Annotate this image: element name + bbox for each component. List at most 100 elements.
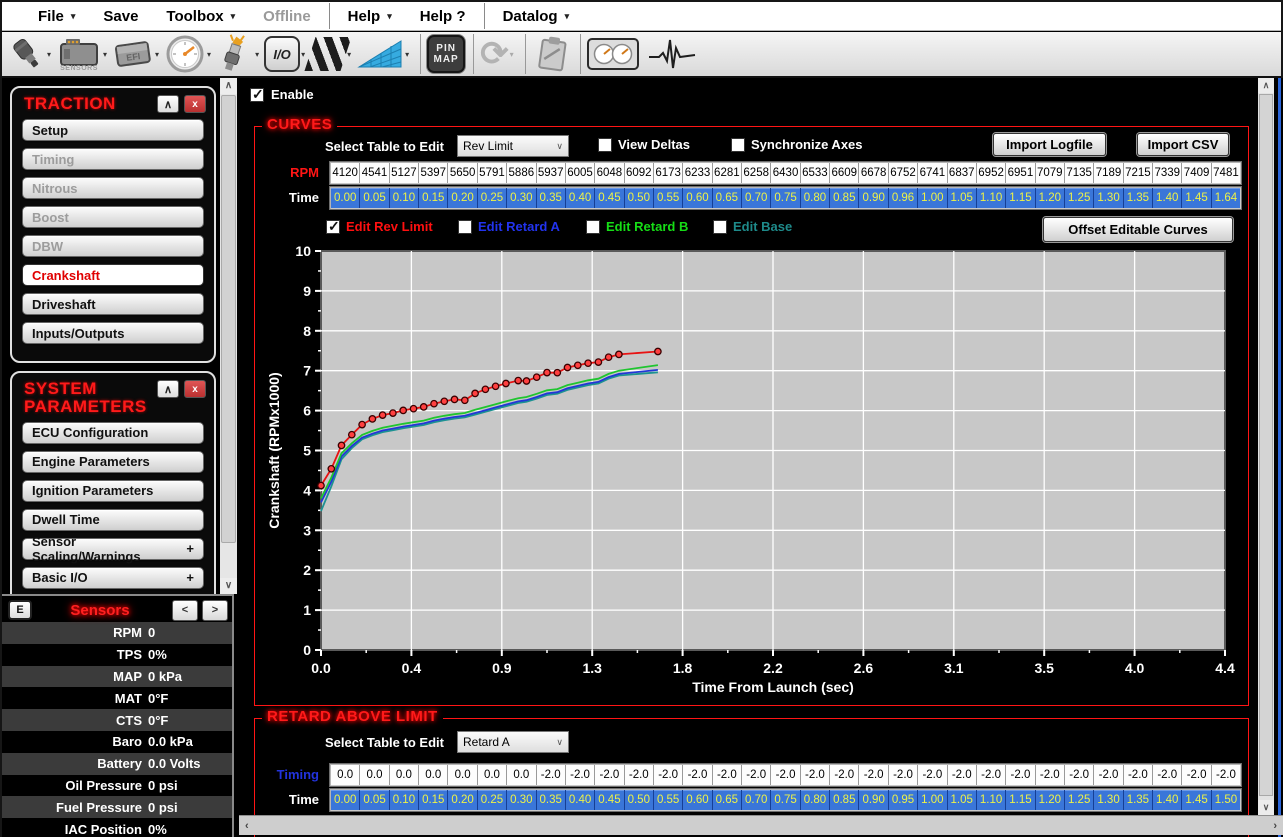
time-cell[interactable]: 0.45 xyxy=(595,790,624,810)
rpm-cell[interactable]: 6533 xyxy=(801,163,830,183)
time-cell[interactable]: 0.15 xyxy=(419,790,448,810)
rpm-cell[interactable]: 4541 xyxy=(360,163,389,183)
edit-retard-b-checkbox[interactable] xyxy=(586,220,600,234)
time-cell[interactable]: 1.05 xyxy=(948,790,977,810)
rev-limit-point[interactable] xyxy=(349,432,355,438)
timing-cell[interactable]: 0.0 xyxy=(448,765,477,785)
time-cell[interactable]: 1.15 xyxy=(1006,188,1035,208)
surface-map-icon[interactable] xyxy=(356,36,404,72)
timing-cell[interactable]: -2.0 xyxy=(1212,765,1240,785)
rpm-cell[interactable]: 7409 xyxy=(1182,163,1211,183)
rpm-cell[interactable]: 7189 xyxy=(1094,163,1123,183)
edit-retard-a-checkbox[interactable] xyxy=(458,220,472,234)
time-cell[interactable]: 0.25 xyxy=(478,188,507,208)
time-cell[interactable]: 0.70 xyxy=(742,188,771,208)
time-cell[interactable]: 0.10 xyxy=(390,188,419,208)
sidebar-item-sensor-scaling-warnings[interactable]: Sensor Scaling/Warnings+ xyxy=(22,538,204,560)
timing-cell[interactable]: 0.0 xyxy=(360,765,389,785)
rev-limit-point[interactable] xyxy=(410,406,416,412)
time-cell[interactable]: 0.15 xyxy=(419,188,448,208)
main-scroll-right-arrow[interactable]: › xyxy=(1267,820,1283,832)
rpm-cell[interactable]: 6092 xyxy=(625,163,654,183)
time-cell[interactable]: 0.80 xyxy=(801,188,830,208)
rpm-cell[interactable]: 5937 xyxy=(537,163,566,183)
sidebar-item-engine-parameters[interactable]: Engine Parameters xyxy=(22,451,204,473)
traction-close-button[interactable]: x xyxy=(184,95,206,113)
rpm-cell[interactable]: 6678 xyxy=(859,163,888,183)
sparkplug-icon[interactable] xyxy=(216,33,254,75)
rpm-cell[interactable]: 6752 xyxy=(889,163,918,183)
timing-cell[interactable]: -2.0 xyxy=(654,765,683,785)
enable-checkbox[interactable] xyxy=(250,88,264,102)
sparkplug-dropdown-arrow[interactable]: ▾ xyxy=(255,50,259,59)
time-cell[interactable]: 1.20 xyxy=(1036,790,1065,810)
rpm-cell[interactable]: 6173 xyxy=(654,163,683,183)
time-cell[interactable]: 1.25 xyxy=(1065,790,1094,810)
main-scroll-left-arrow[interactable]: ‹ xyxy=(239,820,255,832)
timing-cell[interactable]: 0.0 xyxy=(331,765,360,785)
time-cell[interactable]: 1.00 xyxy=(918,188,947,208)
gauge-icon[interactable] xyxy=(164,33,206,75)
time-cell[interactable]: 1.50 xyxy=(1212,790,1240,810)
timing-cell[interactable]: -2.0 xyxy=(1006,765,1035,785)
rpm-cell[interactable]: 6258 xyxy=(742,163,771,183)
rev-limit-point[interactable] xyxy=(503,380,509,386)
time-cell[interactable]: 0.85 xyxy=(830,188,859,208)
time-cell[interactable]: 0.55 xyxy=(654,188,683,208)
efi-dropdown-arrow[interactable]: ▾ xyxy=(155,50,159,59)
edit-base-checkbox[interactable] xyxy=(713,220,727,234)
time-cell[interactable]: 0.40 xyxy=(566,188,595,208)
main-scroll-up-arrow[interactable]: ∧ xyxy=(1258,78,1274,93)
time-cell[interactable]: 0.60 xyxy=(683,790,712,810)
time-cell[interactable]: 0.05 xyxy=(360,188,389,208)
time-cell[interactable]: 0.85 xyxy=(830,790,859,810)
timing-cell[interactable]: 0.0 xyxy=(478,765,507,785)
rev-limit-point[interactable] xyxy=(472,390,478,396)
time-cell[interactable]: 1.00 xyxy=(918,790,947,810)
menu-help[interactable]: Help▾ xyxy=(334,2,406,30)
menu-offline[interactable]: Offline xyxy=(249,2,325,30)
timing-cell[interactable]: -2.0 xyxy=(537,765,566,785)
main-scroll-down-arrow[interactable]: ∨ xyxy=(1258,800,1274,815)
time-cell[interactable]: 1.45 xyxy=(1182,790,1211,810)
rpm-cell[interactable]: 6005 xyxy=(566,163,595,183)
time-cell[interactable]: 0.75 xyxy=(771,188,800,208)
surface-map-dropdown-arrow[interactable]: ▾ xyxy=(405,50,409,59)
time-cell[interactable]: 0.60 xyxy=(683,188,712,208)
time-cell[interactable]: 0.96 xyxy=(889,188,918,208)
time-cell[interactable]: 1.35 xyxy=(1124,790,1153,810)
rev-limit-point[interactable] xyxy=(328,466,334,472)
rpm-cell[interactable]: 7481 xyxy=(1212,163,1240,183)
rev-limit-point[interactable] xyxy=(595,359,601,365)
timing-cell[interactable]: -2.0 xyxy=(625,765,654,785)
time-cell[interactable]: 1.64 xyxy=(1212,188,1240,208)
rev-limit-point[interactable] xyxy=(318,482,324,488)
timing-cell[interactable]: -2.0 xyxy=(566,765,595,785)
timing-cell[interactable]: -2.0 xyxy=(742,765,771,785)
time-cell[interactable]: 0.50 xyxy=(625,790,654,810)
rev-limit-point[interactable] xyxy=(605,354,611,360)
menu-help-[interactable]: Help ? xyxy=(406,2,480,30)
time-cell[interactable]: 1.30 xyxy=(1094,188,1123,208)
io-dropdown-arrow[interactable]: ▾ xyxy=(301,50,305,59)
injector-icon[interactable] xyxy=(8,34,46,74)
time-cell[interactable]: 0.00 xyxy=(331,790,360,810)
sensors-icon[interactable]: SENSORS xyxy=(56,37,102,72)
import-csv-button[interactable]: Import CSV xyxy=(1137,133,1229,156)
rpm-cell[interactable]: 6430 xyxy=(771,163,800,183)
rev-limit-point[interactable] xyxy=(390,410,396,416)
timing-cell[interactable]: -2.0 xyxy=(595,765,624,785)
rev-limit-point[interactable] xyxy=(585,360,591,366)
rpm-cell[interactable]: 5397 xyxy=(419,163,448,183)
sidebar-scroll-up-arrow[interactable]: ∧ xyxy=(220,78,237,94)
rev-limit-point[interactable] xyxy=(544,369,550,375)
gauge-dropdown-arrow[interactable]: ▾ xyxy=(207,50,211,59)
time-cell[interactable]: 0.65 xyxy=(713,790,742,810)
rev-limit-point[interactable] xyxy=(554,370,560,376)
time-cell[interactable]: 1.40 xyxy=(1153,188,1182,208)
rpm-cell[interactable]: 7215 xyxy=(1124,163,1153,183)
timing-cell[interactable]: -2.0 xyxy=(859,765,888,785)
rev-limit-point[interactable] xyxy=(379,412,385,418)
injector-dropdown-arrow[interactable]: ▾ xyxy=(47,50,51,59)
rev-limit-point[interactable] xyxy=(421,404,427,410)
